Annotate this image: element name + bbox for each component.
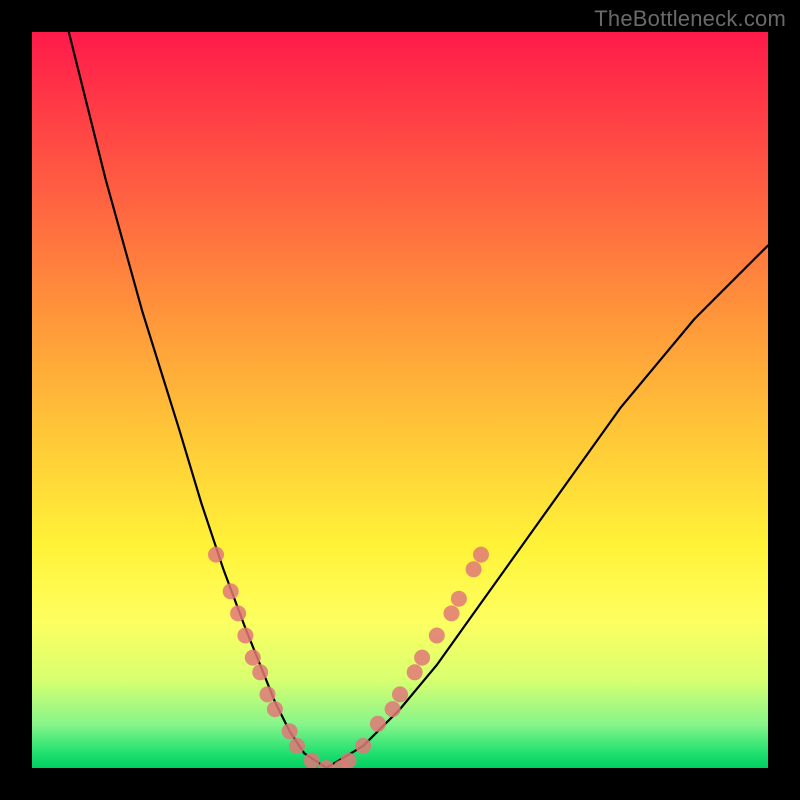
curve-marker bbox=[414, 650, 430, 666]
curve-marker bbox=[451, 591, 467, 607]
watermark-text: TheBottleneck.com bbox=[594, 6, 786, 32]
curve-marker bbox=[370, 716, 386, 732]
curve-marker bbox=[407, 664, 423, 680]
curve-marker bbox=[466, 561, 482, 577]
curve-marker bbox=[245, 650, 261, 666]
curve-marker bbox=[341, 753, 357, 768]
curve-marker bbox=[318, 760, 334, 768]
curve-marker bbox=[304, 753, 320, 768]
curve-marker bbox=[392, 686, 408, 702]
curve-marker bbox=[355, 738, 371, 754]
chart-frame: TheBottleneck.com bbox=[0, 0, 800, 800]
curve-marker bbox=[252, 664, 268, 680]
curve-marker bbox=[237, 628, 253, 644]
curve-marker bbox=[282, 723, 298, 739]
curve-marker bbox=[230, 605, 246, 621]
curve-marker bbox=[289, 738, 305, 754]
curve-marker bbox=[267, 701, 283, 717]
curve-marker bbox=[473, 547, 489, 563]
chart-plot-area bbox=[32, 32, 768, 768]
chart-svg bbox=[32, 32, 768, 768]
curve-marker bbox=[444, 605, 460, 621]
curve-marker bbox=[385, 701, 401, 717]
curve-marker bbox=[429, 628, 445, 644]
curve-marker bbox=[260, 686, 276, 702]
marker-layer bbox=[208, 547, 489, 768]
curve-marker bbox=[208, 547, 224, 563]
curve-marker bbox=[223, 583, 239, 599]
